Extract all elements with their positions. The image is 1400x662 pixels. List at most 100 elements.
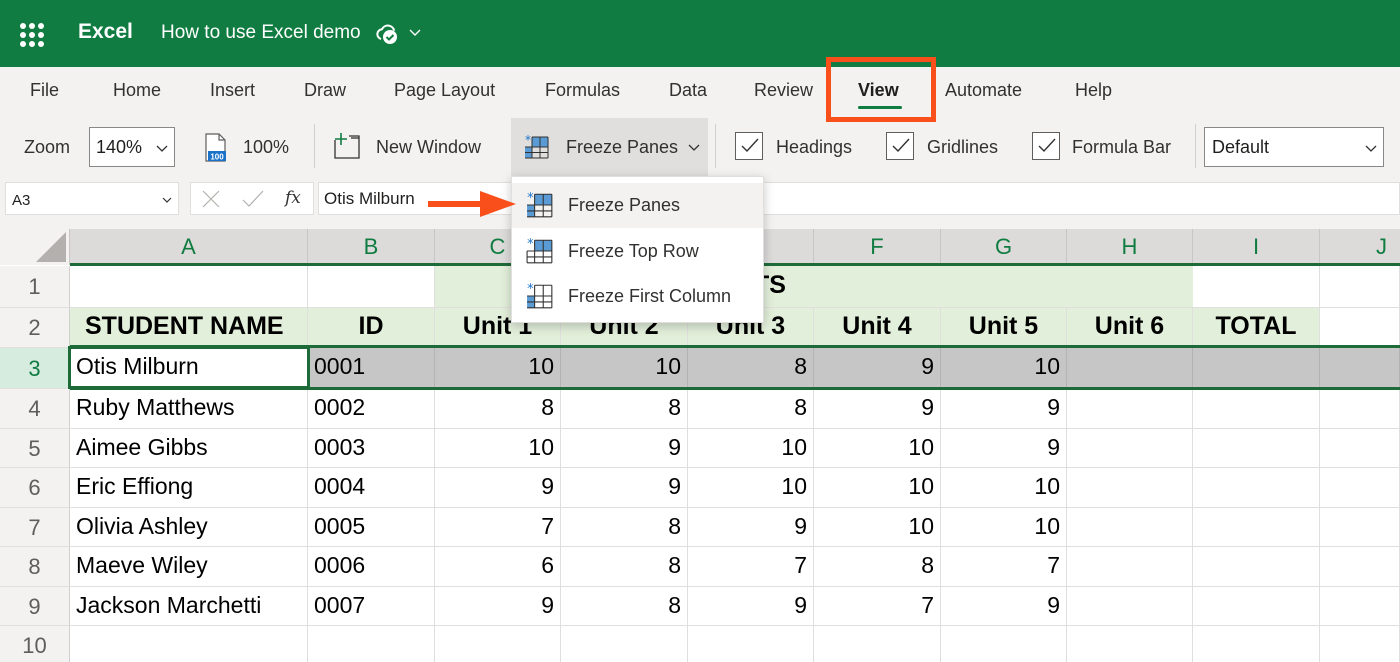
cell-f4[interactable]: 9 bbox=[814, 389, 941, 429]
cell-c9[interactable]: 9 bbox=[435, 587, 561, 626]
cell-g8[interactable]: 7 bbox=[941, 547, 1067, 587]
cell-b6[interactable]: 0004 bbox=[308, 468, 435, 508]
cell-a9[interactable]: Jackson Marchetti bbox=[70, 587, 308, 626]
cell-g9[interactable]: 9 bbox=[941, 587, 1067, 626]
header-student-name[interactable]: STUDENT NAME bbox=[70, 308, 308, 348]
cell-b7[interactable]: 0005 bbox=[308, 508, 435, 547]
cell-d7[interactable]: 8 bbox=[561, 508, 688, 547]
column-header-h[interactable]: H bbox=[1067, 229, 1193, 265]
chevron-down-icon[interactable] bbox=[408, 26, 422, 38]
cell-b3[interactable]: 0001 bbox=[308, 348, 435, 389]
cell-g7[interactable]: 10 bbox=[941, 508, 1067, 547]
cell-i4[interactable] bbox=[1193, 389, 1320, 429]
cell-g4[interactable]: 9 bbox=[941, 389, 1067, 429]
cell-j3[interactable] bbox=[1320, 348, 1400, 389]
cell-j1[interactable] bbox=[1320, 266, 1400, 308]
cell-e6[interactable]: 10 bbox=[688, 468, 814, 508]
headings-checkbox[interactable] bbox=[735, 132, 763, 160]
document-title[interactable]: How to use Excel demo bbox=[161, 22, 361, 44]
cell-h7[interactable] bbox=[1067, 508, 1193, 547]
x-icon[interactable] bbox=[201, 190, 221, 208]
row-header-2[interactable]: 2 bbox=[0, 308, 70, 348]
cell-d5[interactable]: 9 bbox=[561, 429, 688, 468]
cell-c5[interactable]: 10 bbox=[435, 429, 561, 468]
cell-b4[interactable]: 0002 bbox=[308, 389, 435, 429]
app-launcher-icon[interactable] bbox=[20, 23, 44, 47]
tab-draw[interactable]: Draw bbox=[304, 80, 346, 101]
cell-b5[interactable]: 0003 bbox=[308, 429, 435, 468]
cell-c3[interactable]: 10 bbox=[435, 348, 561, 389]
cell-j5[interactable] bbox=[1320, 429, 1400, 468]
cell-g5[interactable]: 9 bbox=[941, 429, 1067, 468]
cell-i3[interactable] bbox=[1193, 348, 1320, 389]
sheet-view-dropdown[interactable]: Default bbox=[1204, 127, 1384, 167]
cell-h4[interactable] bbox=[1067, 389, 1193, 429]
cell-i10[interactable] bbox=[1193, 626, 1320, 662]
header-unit-5[interactable]: Unit 5 bbox=[941, 308, 1067, 348]
cell-g10[interactable] bbox=[941, 626, 1067, 662]
cell-h10[interactable] bbox=[1067, 626, 1193, 662]
cell-a10[interactable] bbox=[70, 626, 308, 662]
cell-a4[interactable]: Ruby Matthews bbox=[70, 389, 308, 429]
cell-c4[interactable]: 8 bbox=[435, 389, 561, 429]
fx-icon[interactable]: fx bbox=[285, 188, 301, 208]
gridlines-label[interactable]: Gridlines bbox=[927, 137, 998, 158]
column-header-j[interactable]: J bbox=[1320, 229, 1400, 265]
cell-f5[interactable]: 10 bbox=[814, 429, 941, 468]
cell-b8[interactable]: 0006 bbox=[308, 547, 435, 587]
menu-item-freeze-top-row[interactable]: * Freeze Top Row bbox=[512, 229, 763, 274]
cell-c8[interactable]: 6 bbox=[435, 547, 561, 587]
cell-i9[interactable] bbox=[1193, 587, 1320, 626]
zoom-dropdown[interactable]: 140% bbox=[89, 127, 175, 167]
tab-automate[interactable]: Automate bbox=[945, 80, 1022, 101]
cell-f7[interactable]: 10 bbox=[814, 508, 941, 547]
header-unit-4[interactable]: Unit 4 bbox=[814, 308, 941, 348]
cell-i6[interactable] bbox=[1193, 468, 1320, 508]
cell-j6[interactable] bbox=[1320, 468, 1400, 508]
cell-h8[interactable] bbox=[1067, 547, 1193, 587]
cell-h9[interactable] bbox=[1067, 587, 1193, 626]
cell-g3[interactable]: 10 bbox=[941, 348, 1067, 389]
menu-item-freeze-panes[interactable]: * Freeze Panes bbox=[512, 183, 763, 228]
headings-label[interactable]: Headings bbox=[776, 137, 852, 158]
cell-j8[interactable] bbox=[1320, 547, 1400, 587]
tab-file[interactable]: File bbox=[30, 80, 59, 101]
cell-h3[interactable] bbox=[1067, 348, 1193, 389]
cell-b10[interactable] bbox=[308, 626, 435, 662]
column-header-i[interactable]: I bbox=[1193, 229, 1320, 265]
cell-a7[interactable]: Olivia Ashley bbox=[70, 508, 308, 547]
row-header-8[interactable]: 8 bbox=[0, 547, 70, 587]
header-id[interactable]: ID bbox=[308, 308, 435, 348]
cell-e9[interactable]: 9 bbox=[688, 587, 814, 626]
formula-bar-checkbox[interactable] bbox=[1032, 132, 1060, 160]
select-all-button[interactable] bbox=[0, 229, 70, 265]
cell-f3[interactable]: 9 bbox=[814, 348, 941, 389]
check-icon[interactable] bbox=[241, 190, 265, 208]
cell-d9[interactable]: 8 bbox=[561, 587, 688, 626]
row-header-4[interactable]: 4 bbox=[0, 389, 70, 429]
cell-i1[interactable] bbox=[1193, 266, 1320, 308]
cell-d3[interactable]: 10 bbox=[561, 348, 688, 389]
cell-a6[interactable]: Eric Effiong bbox=[70, 468, 308, 508]
tab-page-layout[interactable]: Page Layout bbox=[394, 80, 495, 101]
cell-f6[interactable]: 10 bbox=[814, 468, 941, 508]
menu-item-freeze-first-column[interactable]: * Freeze First Column bbox=[512, 274, 763, 319]
tab-home[interactable]: Home bbox=[113, 80, 161, 101]
cell-e10[interactable] bbox=[688, 626, 814, 662]
cell-j7[interactable] bbox=[1320, 508, 1400, 547]
cell-e7[interactable]: 9 bbox=[688, 508, 814, 547]
tab-help[interactable]: Help bbox=[1075, 80, 1112, 101]
cell-h6[interactable] bbox=[1067, 468, 1193, 508]
row-header-5[interactable]: 5 bbox=[0, 429, 70, 468]
tab-insert[interactable]: Insert bbox=[210, 80, 255, 101]
cell-i8[interactable] bbox=[1193, 547, 1320, 587]
app-name[interactable]: Excel bbox=[78, 20, 133, 44]
cell-e8[interactable]: 7 bbox=[688, 547, 814, 587]
new-window-button[interactable]: New Window bbox=[326, 124, 504, 170]
cell-j9[interactable] bbox=[1320, 587, 1400, 626]
cell-f8[interactable]: 8 bbox=[814, 547, 941, 587]
column-header-a[interactable]: A bbox=[70, 229, 308, 265]
name-box[interactable]: A3 bbox=[5, 182, 179, 215]
cell-c10[interactable] bbox=[435, 626, 561, 662]
row-header-1[interactable]: 1 bbox=[0, 266, 70, 308]
